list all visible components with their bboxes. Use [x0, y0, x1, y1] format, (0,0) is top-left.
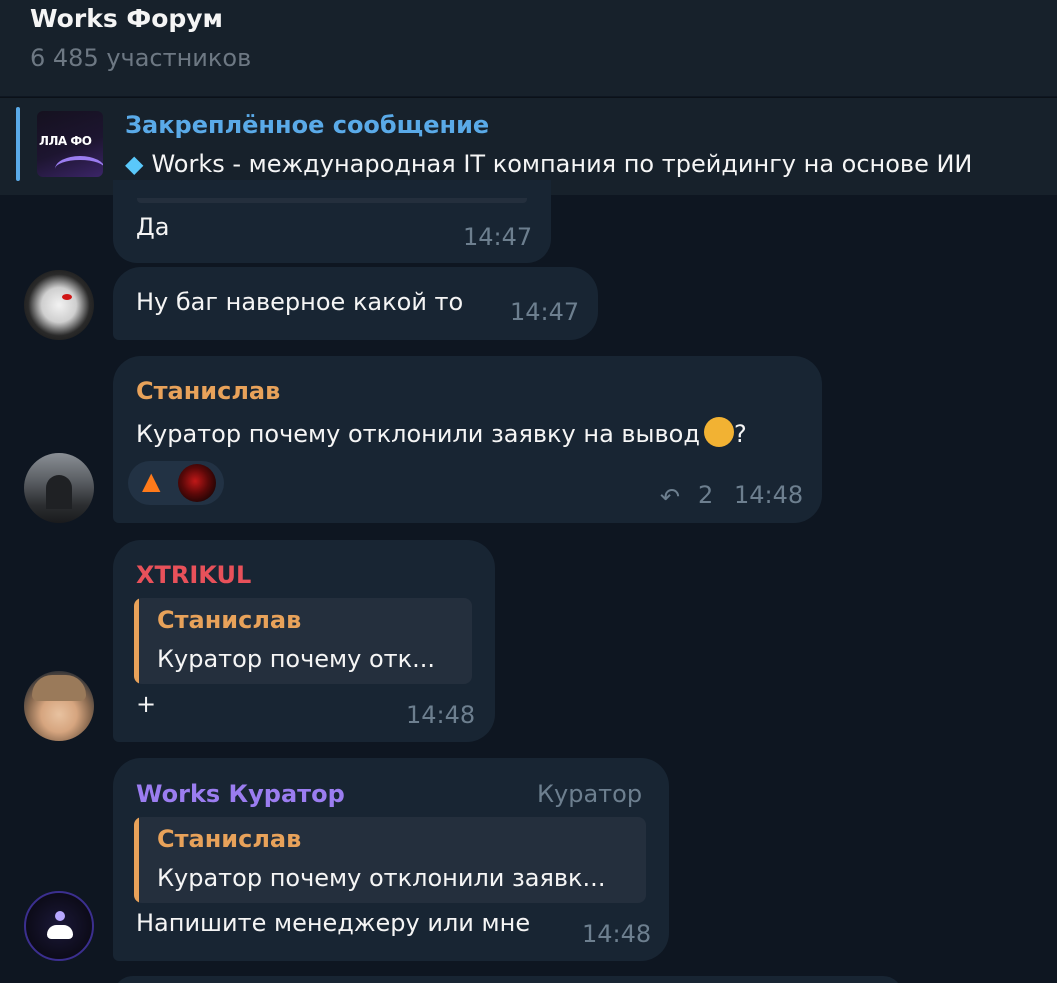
- pinned-title: Закреплённое сообщение: [125, 111, 490, 139]
- quote-sender: Станислав: [157, 825, 302, 853]
- message-text: Да: [136, 213, 170, 241]
- avatar-eye: [62, 294, 72, 300]
- avatar-arch: [46, 475, 72, 509]
- sender-role: Куратор: [537, 780, 643, 808]
- reply-icon[interactable]: ↶: [660, 483, 680, 511]
- pinned-text: Works - международная IT компания по тре…: [151, 150, 973, 178]
- message-time: 14:48: [582, 920, 652, 948]
- message-text: Напишите менеджеру или мне: [136, 909, 531, 937]
- fire-icon[interactable]: ▲: [142, 467, 160, 495]
- gem-icon: ◆: [125, 150, 144, 178]
- thumbnail-text: ЛЛА ФО: [39, 134, 92, 148]
- quote-sender: Станислав: [157, 606, 302, 634]
- sender-name[interactable]: Станислав: [136, 377, 280, 405]
- message-time: 14:48: [406, 701, 476, 729]
- message-text: Ну баг наверное какой то: [136, 288, 464, 316]
- avatar-hair: [32, 675, 86, 701]
- quote-bar: [134, 598, 139, 684]
- avatar[interactable]: [24, 270, 94, 340]
- message-text-row: Куратор почему отклонили заявку на вывод…: [136, 417, 747, 448]
- avatar[interactable]: [24, 671, 94, 741]
- chat-title[interactable]: Works Форум: [30, 4, 223, 33]
- reactions[interactable]: ▲: [128, 461, 224, 505]
- swoosh-graphic: [55, 156, 103, 177]
- message-text-end: ?: [733, 420, 747, 448]
- pinned-thumbnail: ЛЛА ФО: [37, 111, 103, 177]
- sender-name[interactable]: Works Куратор: [136, 780, 345, 808]
- message-text: Куратор почему отклонили заявку на вывод: [136, 420, 700, 448]
- message-time: 14:47: [463, 223, 533, 251]
- thinking-emoji-icon: [703, 417, 734, 447]
- quote-text: Куратор почему отк...: [157, 645, 436, 673]
- quote-text: Куратор почему отклонили заявк...: [157, 864, 606, 892]
- reply-quote[interactable]: Станислав Куратор почему отк...: [134, 598, 472, 684]
- reaction-avatar: [178, 464, 216, 502]
- quote-bar: [134, 817, 139, 903]
- avatar[interactable]: [24, 453, 94, 523]
- member-count: 6 485 участников: [30, 44, 252, 72]
- avatar-head: [55, 911, 65, 921]
- pinned-text-row: ◆ Works - международная IT компания по тр…: [125, 150, 972, 178]
- sender-name[interactable]: XTRIKUL: [136, 561, 251, 589]
- message-time: 14:48: [734, 481, 804, 509]
- reply-count[interactable]: 2: [698, 481, 713, 509]
- message-bubble-partial[interactable]: [113, 976, 903, 983]
- cut-quote-line: [137, 198, 527, 203]
- chat-header[interactable]: Works Форум 6 485 участников: [0, 0, 1057, 96]
- reply-quote[interactable]: Станислав Куратор почему отклонили заявк…: [134, 817, 646, 903]
- avatar[interactable]: [24, 891, 94, 961]
- avatar-body: [47, 925, 73, 939]
- message-text: +: [136, 690, 157, 718]
- message-time: 14:47: [510, 298, 580, 326]
- pinned-indicator: [16, 107, 20, 181]
